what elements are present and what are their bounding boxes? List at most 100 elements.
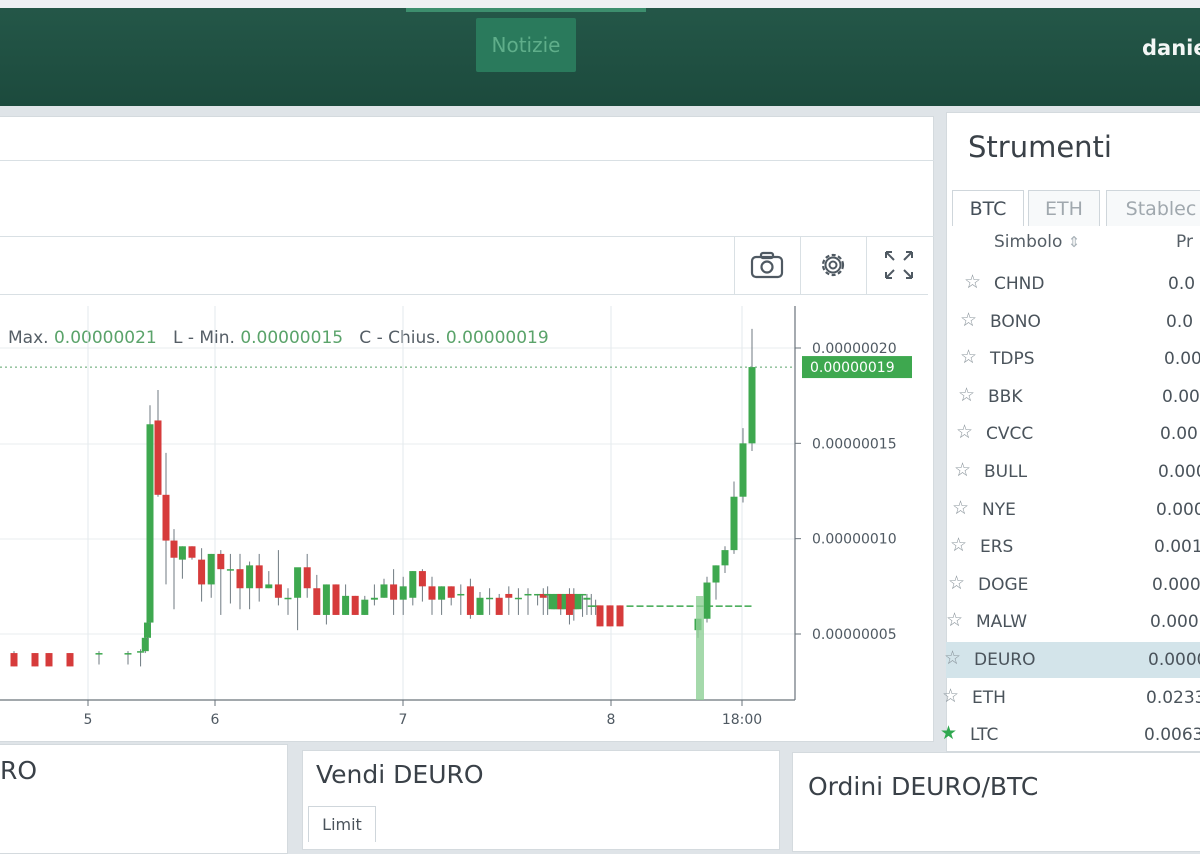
- candle-body: [703, 582, 711, 619]
- symbol-name: TDPS: [990, 349, 1035, 370]
- favorite-star-icon[interactable]: ☆: [960, 346, 977, 368]
- candle-body: [217, 553, 225, 570]
- candle-body: [45, 653, 53, 667]
- candle-body: [95, 653, 103, 655]
- candle-body: [246, 565, 254, 589]
- column-header-price[interactable]: Pr: [1176, 232, 1193, 252]
- candle-body: [574, 593, 582, 610]
- symbol-row[interactable]: ☆ CHND 0.0: [946, 266, 1200, 302]
- candlestick-chart[interactable]: 0.00000019 0.00000020 0.00000015 0.00000010…: [0, 296, 930, 736]
- candle-body: [418, 571, 426, 587]
- favorite-star-icon[interactable]: ☆: [944, 647, 961, 669]
- candle-body: [744, 605, 752, 607]
- symbol-row[interactable]: ☆ BBK 0.00: [946, 379, 1200, 415]
- candle-body: [616, 605, 624, 627]
- symbol-row[interactable]: ☆ ETH 0.0233: [942, 680, 1200, 716]
- column-header-symbol[interactable]: Simbolo ⇕: [994, 232, 1080, 252]
- sort-icon: ⇕: [1067, 233, 1081, 251]
- favorite-star-icon[interactable]: ☆: [958, 384, 975, 406]
- orders-panel: [792, 752, 1200, 852]
- symbol-name: DOGE: [978, 574, 1029, 595]
- y-tick-label: 0.00000005: [812, 627, 897, 643]
- symbol-price: 0.0233: [1146, 687, 1200, 708]
- favorite-star-icon[interactable]: ★: [940, 722, 957, 744]
- symbol-row[interactable]: ☆ TDPS 0.00: [946, 341, 1200, 377]
- candle-body: [351, 595, 359, 615]
- candle-body: [409, 571, 417, 598]
- candle-body: [514, 597, 522, 600]
- symbol-name: DEURO: [974, 650, 1036, 670]
- y-tick-label: 0.00000020: [812, 341, 897, 357]
- symbol-row[interactable]: ☆ DEURO 0.0000: [944, 642, 1200, 678]
- favorite-star-icon[interactable]: ☆: [942, 685, 959, 707]
- symbol-price: 0.000: [1158, 462, 1200, 482]
- candle-body: [524, 593, 532, 596]
- candle-body: [380, 584, 388, 598]
- candle-body: [255, 565, 263, 589]
- snapshot-button[interactable]: [734, 236, 799, 294]
- tab-eth[interactable]: ETH: [1028, 190, 1100, 226]
- favorite-star-icon[interactable]: ☆: [948, 572, 965, 594]
- candle-body: [322, 584, 330, 615]
- symbol-row[interactable]: ☆ CVCC 0.00: [946, 416, 1200, 452]
- nav-active-indicator: [406, 8, 646, 12]
- favorite-star-icon[interactable]: ☆: [964, 271, 981, 293]
- favorite-star-icon[interactable]: ☆: [950, 534, 967, 556]
- candle-body: [583, 597, 591, 600]
- favorite-star-icon[interactable]: ☆: [956, 421, 973, 443]
- candle-body: [66, 653, 74, 667]
- candle-body: [447, 586, 455, 598]
- candle-body: [265, 584, 273, 589]
- tools-title: Strumenti: [968, 130, 1112, 164]
- symbol-row[interactable]: ☆ MALW 0.000: [946, 604, 1200, 640]
- tab-limit[interactable]: Limit: [308, 806, 376, 842]
- symbol-row[interactable]: ☆ BULL 0.000: [946, 454, 1200, 490]
- candle-body: [495, 597, 503, 615]
- symbol-row[interactable]: ☆ ERS 0.001: [946, 529, 1200, 565]
- symbol-name: CHND: [994, 274, 1045, 294]
- candle-body: [579, 593, 587, 596]
- gear-icon: [821, 253, 845, 277]
- candle-body: [342, 595, 350, 615]
- symbol-name: BULL: [984, 462, 1028, 482]
- symbol-price: 0.00: [1164, 349, 1200, 370]
- candle-body: [676, 605, 684, 607]
- favorite-star-icon[interactable]: ☆: [960, 309, 977, 331]
- symbol-row[interactable]: ★ LTC 0.0063: [940, 717, 1200, 753]
- candle-body: [428, 586, 436, 600]
- candle-body: [715, 605, 723, 607]
- symbol-row[interactable]: ☆ DOGE 0.000: [946, 567, 1200, 603]
- tab-stablecoins[interactable]: Stablec: [1106, 190, 1200, 226]
- candle-body: [137, 651, 145, 653]
- symbol-price: 0.000: [1152, 574, 1200, 595]
- symbol-price: 0.0: [1166, 311, 1194, 332]
- candle-body: [274, 584, 282, 598]
- candle-body: [141, 637, 149, 652]
- candle-body: [476, 597, 484, 615]
- header-bar: Notizie danie: [0, 8, 1200, 106]
- x-tick-label: 8: [607, 712, 616, 728]
- candle-body: [124, 653, 132, 655]
- candle-body: [739, 443, 747, 497]
- user-menu[interactable]: danie: [1142, 36, 1200, 60]
- candle-body: [236, 569, 244, 589]
- candle-body: [294, 567, 302, 598]
- favorite-star-icon[interactable]: ☆: [946, 609, 963, 631]
- candle-body: [146, 424, 154, 623]
- favorite-star-icon[interactable]: ☆: [954, 459, 971, 481]
- symbol-row[interactable]: ☆ NYE 0.000: [946, 492, 1200, 528]
- symbol-name: ETH: [972, 687, 1006, 708]
- symbol-row[interactable]: ☆ BONO 0.0: [946, 304, 1200, 340]
- chart-top-row: [0, 120, 934, 161]
- fullscreen-button[interactable]: [866, 236, 931, 294]
- current-price-label: 0.00000019: [810, 360, 895, 376]
- candle-body: [162, 494, 170, 541]
- candle-body: [666, 605, 674, 607]
- favorite-star-icon[interactable]: ☆: [952, 497, 969, 519]
- buy-panel: [0, 744, 288, 854]
- tab-btc[interactable]: BTC: [952, 190, 1024, 226]
- nav-tab-news[interactable]: Notizie: [476, 18, 576, 72]
- candle-body: [721, 550, 729, 566]
- candle-body: [154, 420, 162, 495]
- settings-button[interactable]: [800, 236, 865, 294]
